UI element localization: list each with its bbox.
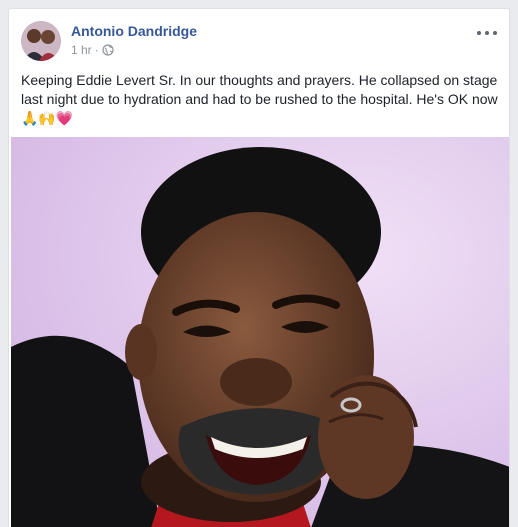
meta-separator: · bbox=[94, 43, 99, 57]
more-dot bbox=[493, 31, 497, 35]
post-card: Antonio Dandridge 1 hr · Keeping Eddie L… bbox=[8, 8, 510, 527]
post-text: Keeping Eddie Levert Sr. In our thoughts… bbox=[21, 72, 498, 126]
post-timestamp[interactable]: 1 hr bbox=[71, 43, 92, 57]
post-photo[interactable] bbox=[11, 137, 509, 527]
avatar[interactable] bbox=[21, 21, 61, 61]
more-options-icon[interactable] bbox=[477, 27, 497, 39]
post-header: Antonio Dandridge 1 hr · bbox=[21, 21, 497, 61]
more-dot bbox=[485, 31, 489, 35]
post-meta: 1 hr · bbox=[71, 43, 114, 57]
author-name[interactable]: Antonio Dandridge bbox=[71, 23, 197, 39]
more-dot bbox=[477, 31, 481, 35]
globe-icon[interactable] bbox=[102, 44, 114, 56]
